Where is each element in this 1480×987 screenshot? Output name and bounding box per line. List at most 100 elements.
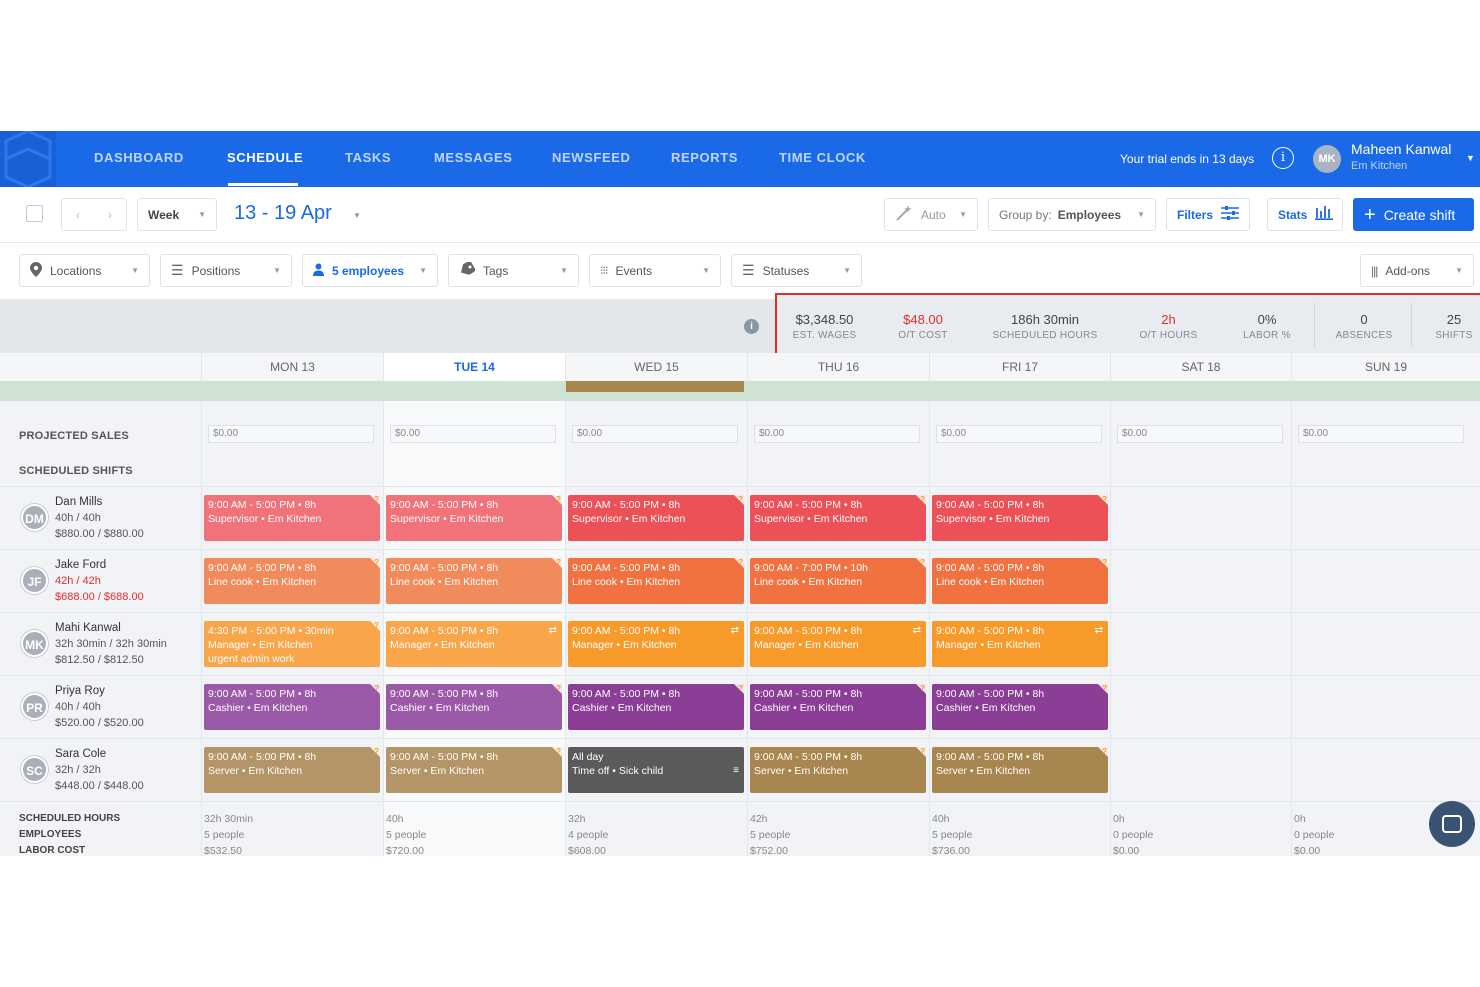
shift-card[interactable]: 9:00 AM - 5:00 PM • 8h Supervisor • Em Ki… [750,495,926,541]
shift-card[interactable]: 9:00 AM - 5:00 PM • 8h Cashier • Em Kitch… [204,684,380,730]
stat-label: O/T HOURS [1139,330,1198,341]
create-shift-button[interactable]: + Create shift [1353,198,1474,231]
employee-name[interactable]: Jake Ford [55,559,106,571]
shift-card[interactable]: 9:00 AM - 5:00 PM • 8h Line cook • Em Kit… [204,558,380,604]
shift-card[interactable]: 9:00 AM - 5:00 PM • 8h Supervisor • Em Ki… [386,495,562,541]
info-icon[interactable]: i [744,319,759,334]
positions-filter[interactable]: ☰ Positions ▼ [160,254,292,287]
nav-dashboard[interactable]: DASHBOARD [94,150,184,165]
user-name[interactable]: Maheen Kanwal [1351,141,1451,157]
day-header-fri[interactable]: FRI 17 [929,353,1110,381]
nav-schedule[interactable]: SCHEDULE [227,150,303,165]
auto-label: Auto [921,207,946,222]
shift-card[interactable]: 9:00 AM - 5:00 PM • 8h Cashier • Em Kitch… [386,684,562,730]
avatar[interactable]: PR [21,693,48,720]
shift-card[interactable]: 9:00 AM - 5:00 PM • 8h Manager • Em Kitch… [568,621,744,667]
shift-card[interactable]: 9:00 AM - 5:00 PM • 8h Line cook • Em Kit… [568,558,744,604]
avatar[interactable]: SC [21,756,48,783]
sales-input-sat[interactable]: $0.00 [1117,425,1283,443]
avatar[interactable]: DM [21,504,48,531]
select-all-checkbox[interactable] [26,205,43,222]
shift-role: Cashier • Em Kitchen [754,702,854,714]
nav-messages[interactable]: MESSAGES [434,150,512,165]
shift-card[interactable]: 9:00 AM - 5:00 PM • 8h Server • Em Kitche… [386,747,562,793]
prev-week-icon[interactable]: ‹ [76,208,80,222]
shift-card[interactable]: 9:00 AM - 5:00 PM • 8h Manager • Em Kitch… [750,621,926,667]
sales-input-fri[interactable]: $0.00 [936,425,1102,443]
view-select[interactable]: Week ▼ [137,198,217,231]
shift-card[interactable]: 9:00 AM - 5:00 PM • 8h Manager • Em Kitch… [932,621,1108,667]
group-by-label: Group by: [999,207,1052,222]
chat-icon[interactable] [1429,801,1475,847]
day-header-tue[interactable]: TUE 14 [383,353,565,381]
filters-button[interactable]: Filters [1166,198,1250,231]
chevron-down-icon[interactable]: ▼ [353,211,361,220]
next-week-icon[interactable]: › [108,208,112,222]
tags-filter[interactable]: Tags ▼ [448,254,579,287]
date-range[interactable]: 13 - 19 Apr [234,202,332,225]
user-avatar[interactable]: MK [1313,145,1341,173]
day-header-thu[interactable]: THU 16 [747,353,929,381]
footer-cost-value: $532.50 [204,845,242,856]
day-header-sat[interactable]: SAT 18 [1110,353,1291,381]
stats-label: Stats [1278,207,1308,222]
plus-icon: + [1364,203,1376,226]
day-header-mon[interactable]: MON 13 [201,353,383,381]
logo-icon[interactable] [0,131,56,189]
calendar-grid-icon: ⁝⁝⁝ [600,265,608,277]
stat-label: LABOR % [1243,330,1291,341]
shift-card[interactable]: 9:00 AM - 5:00 PM • 8h Server • Em Kitche… [204,747,380,793]
event-bar[interactable] [566,381,744,392]
shift-card[interactable]: 9:00 AM - 5:00 PM • 8h Server • Em Kitche… [750,747,926,793]
avatar[interactable]: MK [21,630,48,657]
shift-card[interactable]: 9:00 AM - 5:00 PM • 8h Manager • Em Kitch… [386,621,562,667]
chevron-down-icon: ▼ [1137,210,1145,219]
shift-card[interactable]: 9:00 AM - 5:00 PM • 8h Cashier • Em Kitch… [932,684,1108,730]
shift-card[interactable]: 9:00 AM - 5:00 PM • 8h Line cook • Em Kit… [386,558,562,604]
divider [0,612,1480,613]
swap-icon: ⇄ [548,625,557,636]
trial-notice[interactable]: Your trial ends in 13 days [1120,152,1254,166]
locations-filter[interactable]: Locations ▼ [19,254,150,287]
shift-card[interactable]: 9:00 AM - 5:00 PM • 8h Cashier • Em Kitch… [568,684,744,730]
footer-employees-value: 5 people [204,829,245,841]
shift-card[interactable]: 9:00 AM - 5:00 PM • 8h Supervisor • Em Ki… [932,495,1108,541]
shift-card[interactable]: 9:00 AM - 5:00 PM • 8h Server • Em Kitche… [932,747,1108,793]
sales-input-sun[interactable]: $0.00 [1298,425,1464,443]
shift-card[interactable]: 9:00 AM - 7:00 PM • 10h Line cook • Em Ki… [750,558,926,604]
statuses-filter[interactable]: ☰ Statuses ▼ [731,254,862,287]
shift-card[interactable]: 9:00 AM - 5:00 PM • 8h Supervisor • Em Ki… [568,495,744,541]
question-icon: ? [374,684,379,693]
nav-tasks[interactable]: TASKS [345,150,391,165]
employee-name[interactable]: Sara Cole [55,748,106,760]
employee-name[interactable]: Priya Roy [55,685,105,697]
stat-value: 25 [1446,312,1462,327]
employee-name[interactable]: Dan Mills [55,496,102,508]
shift-card[interactable]: 9:00 AM - 5:00 PM • 8h Cashier • Em Kitch… [750,684,926,730]
footer-hours-value: 0h [1113,813,1125,825]
shift-card[interactable]: 9:00 AM - 5:00 PM • 8h Line cook • Em Kit… [932,558,1108,604]
nav-newsfeed[interactable]: NEWSFEED [552,150,630,165]
time-off-card[interactable]: All day Time off • Sick child ≡ [568,747,744,793]
shift-card[interactable]: 9:00 AM - 5:00 PM • 8h Supervisor • Em Ki… [204,495,380,541]
employees-filter[interactable]: 5 employees ▼ [302,254,438,287]
sales-input-mon[interactable]: $0.00 [208,425,374,443]
avatar[interactable]: JF [21,567,48,594]
day-header-sun[interactable]: SUN 19 [1291,353,1480,381]
stats-button[interactable]: Stats [1267,198,1343,231]
sales-input-tue[interactable]: $0.00 [390,425,556,443]
nav-reports[interactable]: REPORTS [671,150,738,165]
events-filter[interactable]: ⁝⁝⁝ Events ▼ [589,254,721,287]
info-icon[interactable]: i [1272,147,1294,169]
auto-button[interactable]: Auto ▼ [884,198,978,231]
employee-name[interactable]: Mahi Kanwal [55,622,121,634]
day-header-wed[interactable]: WED 15 [565,353,747,381]
nav-time-clock[interactable]: TIME CLOCK [779,150,866,165]
sales-input-thu[interactable]: $0.00 [754,425,920,443]
question-icon: ? [556,747,561,756]
chevron-down-icon[interactable]: ▼ [1466,153,1475,163]
shift-card[interactable]: 4:30 PM - 5:00 PM • 30min Manager • Em Ki… [204,621,380,667]
group-by-select[interactable]: Group by: Employees ▼ [988,198,1156,231]
sales-input-wed[interactable]: $0.00 [572,425,738,443]
addons-button[interactable]: ||| Add-ons ▼ [1360,254,1474,287]
